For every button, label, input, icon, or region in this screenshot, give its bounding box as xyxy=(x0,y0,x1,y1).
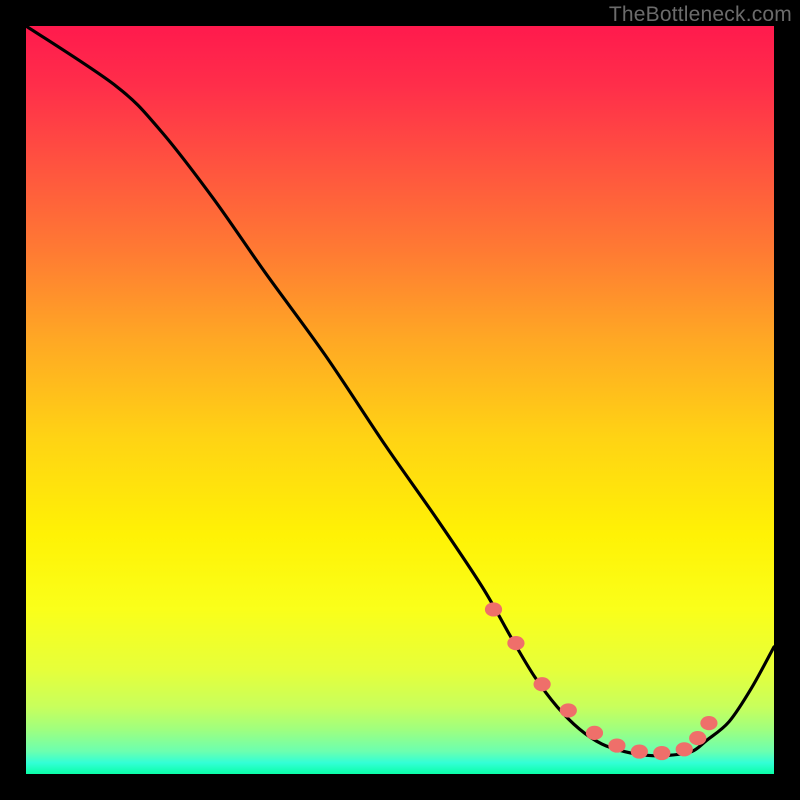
plot-area xyxy=(26,26,774,774)
marker-dots xyxy=(26,26,774,774)
attribution-text: TheBottleneck.com xyxy=(609,3,792,27)
chart-container: TheBottleneck.com xyxy=(0,0,800,800)
